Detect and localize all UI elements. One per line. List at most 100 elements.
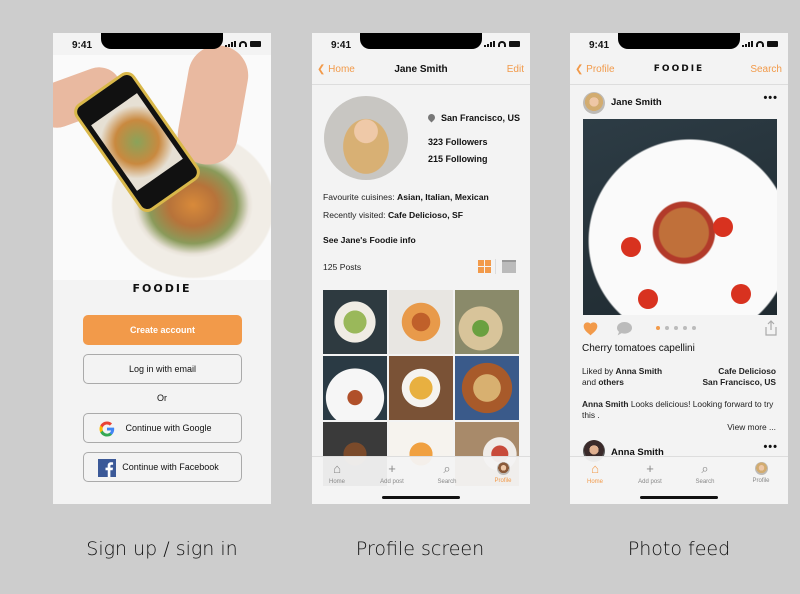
place-city: San Francisco, US [702,377,776,387]
wifi-icon [239,41,247,47]
liked-by: Liked by Anna Smith and others [582,366,662,388]
tab-profile[interactable]: Profile [736,462,786,484]
liked-others[interactable]: others [598,377,624,387]
tab-add-post[interactable]: + Add post [625,461,675,486]
google-signin-label: Continue with Google [125,423,212,433]
grid-photo[interactable] [455,356,519,420]
grid-view-icon[interactable] [478,260,491,273]
tab-add-post[interactable]: + Add post [367,461,417,486]
signup-screen: 9:41 FOODIE Create account Log in with e… [53,33,271,504]
liked-name[interactable]: Anna Smith [616,366,663,376]
tomato [638,289,658,309]
app-logo: FOODIE [132,282,192,295]
post-caption: Cherry tomatoes capellini [582,343,695,354]
post-author-avatar[interactable] [583,92,605,114]
location-text: San Francisco, US [441,113,521,123]
tab-search-label: Search [437,479,457,485]
view-toggle-divider [495,259,496,274]
tab-profile[interactable]: Profile [478,462,528,484]
notch [360,33,482,49]
carousel-dots [656,326,696,330]
tab-home-label: Home [586,479,603,485]
nav-bar: ❮ Profile FOODIE Search [570,55,788,85]
create-account-button[interactable]: Create account [83,315,242,345]
tab-search[interactable]: ⌕ Search [680,461,730,486]
google-signin-button[interactable]: Continue with Google [83,413,242,443]
post-author-name[interactable]: Jane Smith [611,97,662,108]
facebook-logo-icon [98,459,116,477]
profile-screen: 9:41 ❮ Home Jane Smith Edit San Francisc… [312,33,530,504]
feed-screen: 9:41 ❮ Profile FOODIE Search Jane Smith … [570,33,788,504]
tab-home[interactable]: ⌂ Home [570,461,620,486]
grid-photo[interactable] [323,290,387,354]
search-icon: ⌕ [443,461,451,476]
tab-search[interactable]: ⌕ Search [422,461,472,486]
home-icon: ⌂ [591,461,599,476]
tomato [731,284,751,304]
or-divider: Or [157,393,167,403]
favourite-cuisines: Favourite cuisines: Asian, Italian, Mexi… [323,192,489,202]
more-options-icon[interactable]: ••• [763,92,778,104]
tomato [621,237,641,257]
tab-home[interactable]: ⌂ Home [312,462,362,486]
status-time: 9:41 [331,40,352,51]
wifi-icon [498,41,506,47]
nav-bar: ❮ Home Jane Smith Edit [312,55,530,85]
battery-icon [250,41,261,47]
tab-add-label: Add post [380,479,404,485]
location: San Francisco, US [426,112,521,123]
view-more-link[interactable]: View more ... [727,422,776,433]
status-bar: 9:41 [312,33,530,55]
recently-visited: Recently visited: Cafe Delicioso, SF [323,210,463,220]
tab-home-label: Home [328,479,345,485]
tab-search-label: Search [695,479,715,485]
status-bar: 9:41 [53,33,271,55]
foodie-info-link[interactable]: See Jane's Foodie info [323,235,416,245]
post-location[interactable]: Cafe Delicioso San Francisco, US [702,366,776,388]
label-feed: Photo feed [627,538,731,560]
google-logo-icon [99,421,115,437]
battery-icon [509,41,520,47]
tab-bar: ⌂ Home + Add post ⌕ Search Profile [570,456,788,504]
edit-button[interactable]: Edit [507,64,524,75]
login-email-button[interactable]: Log in with email [83,354,242,384]
tab-add-label: Add post [638,479,662,485]
comment: Anna Smith Looks delicious! Looking forw… [582,399,777,421]
followers-count[interactable]: 323 Followers [428,137,488,147]
list-view-icon[interactable] [502,260,516,273]
label-signup: Sign up / sign in [86,538,238,560]
wifi-icon [756,41,764,47]
grid-photo[interactable] [455,290,519,354]
comment-author[interactable]: Anna Smith [582,399,629,409]
plus-icon: + [388,461,396,476]
profile-avatar-icon [754,462,768,475]
facebook-signin-button[interactable]: Continue with Facebook [83,452,242,482]
liked-and: and [582,377,596,387]
more-options-icon[interactable]: ••• [763,441,778,453]
search-icon: ⌕ [701,461,709,476]
signal-icon [225,41,236,47]
profile-avatar-icon [496,462,510,475]
signal-icon [484,41,495,47]
place-name: Cafe Delicioso [718,366,776,376]
plus-icon: + [646,461,654,476]
profile-avatar [324,96,408,180]
grid-photo[interactable] [323,356,387,420]
grid-photo[interactable] [389,356,453,420]
hero-photo [53,40,271,280]
notch [618,33,740,49]
heart-icon[interactable] [582,321,599,336]
share-icon[interactable] [765,320,777,336]
tab-bar: ⌂ Home + Add post ⌕ Search Profile [312,456,530,504]
search-button[interactable]: Search [750,64,782,75]
grid-photo[interactable] [389,290,453,354]
post-photo[interactable] [583,119,777,315]
comment-icon[interactable] [616,321,633,336]
nav-title: Jane Smith [394,64,448,75]
following-count[interactable]: 215 Following [428,154,488,164]
location-pin-icon [426,112,437,123]
label-profile: Profile screen [355,538,485,560]
status-bar: 9:41 [570,33,788,55]
liked-prefix: Liked by [582,366,614,376]
tab-profile-label: Profile [752,478,770,484]
